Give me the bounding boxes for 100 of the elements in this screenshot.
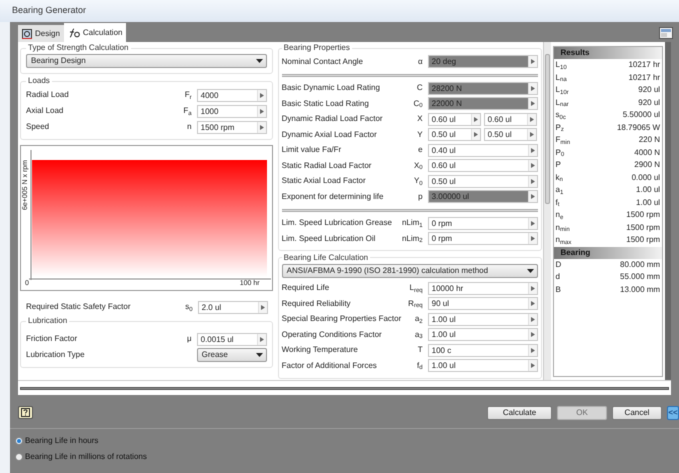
radio-button[interactable] [15,453,23,461]
arrow-icon[interactable] [528,329,537,340]
result-symbol: L$_{na}$ [556,72,568,84]
group-title: Bearing Life Calculation [282,252,370,264]
input-field[interactable]: 0.60 ul [428,159,538,172]
arrow-icon[interactable] [528,282,537,294]
arrow-icon[interactable] [528,344,537,356]
input-field[interactable]: 0.50 ul [428,128,481,142]
result-symbol: s$_{0c}$ [556,109,567,122]
symbol-label: F$_{a}$ [182,105,193,117]
input-field[interactable]: 0.50 ul [428,174,538,188]
symbol-label: a$_{3}$ [414,328,424,341]
caret-icon [254,59,266,63]
tab[interactable]: Calculation [64,23,126,42]
field-label: Special Bearing Properties Factor [282,313,400,326]
arrow-icon[interactable] [470,114,480,125]
input-field[interactable]: 0.50 ul [484,128,537,142]
result-value: 1500 rpm [626,234,660,246]
result-value: 0.000 ul [632,172,660,184]
result-value: 10217 hr [628,72,660,84]
symbol-label: Y$_{0}$ [412,175,424,188]
arrow-icon[interactable] [528,360,537,372]
result-symbol: B [556,284,562,296]
button[interactable]: Calculate [487,406,552,420]
arrow-icon[interactable] [256,106,266,116]
button[interactable]: << [667,406,679,420]
symbol-label: T [416,344,424,356]
result-value: 55.000 mm [620,271,660,284]
field-label: Nominal Contact Angle [282,56,364,68]
input-field[interactable]: 1500 rpm [196,120,267,134]
result-symbol: P$_{z}$ [556,122,565,134]
input-field[interactable]: 90 ul [428,297,538,310]
arrow-icon[interactable] [528,298,537,310]
input-field[interactable]: 1.00 ul [428,328,538,342]
symbol-label: n [186,121,193,133]
dropdown[interactable]: Grease [196,348,267,362]
input-field[interactable]: 0.40 ul [428,144,538,157]
input-field: 3.00000 ul [428,190,538,204]
radio-label[interactable]: Bearing Life in hours [25,435,98,447]
symbol-label: f$_{d}$ [416,360,424,372]
dropdown[interactable]: ANSI/AFBMA 9-1990 (ISO 281-1990) calculation method [282,264,538,278]
input-field[interactable]: 0.0015 ul [196,332,267,346]
arrow-icon[interactable] [528,144,537,156]
field-label: Exponent for determining life [282,190,384,203]
result-symbol: a$_{1}$ [556,184,564,196]
dropdown[interactable]: Bearing Design [26,54,267,68]
input-field[interactable]: 2.0 ul [198,300,268,314]
arrow-icon[interactable] [528,160,537,172]
group-title: Lubrication [27,315,68,327]
arrow-icon[interactable] [528,314,537,325]
arrow-icon[interactable] [526,114,536,125]
field-label: Static Radial Load Factor [282,160,372,172]
field-label: Speed [26,121,50,133]
result-symbol: D [556,258,562,271]
input-field[interactable]: 4000 [196,88,267,102]
result-value: 10217 hr [628,59,660,72]
field-label: Lim. Speed Lubrication Grease [282,217,393,230]
result-symbol: d [556,271,561,284]
symbol-label: C [416,82,424,94]
result-symbol: k$_{n}$ [556,172,564,184]
input-field[interactable]: 1000 [196,104,267,118]
window-icon[interactable] [659,27,673,39]
input-field[interactable]: 0 rpm [428,232,538,246]
tab[interactable]: Design [18,25,64,42]
group-title: Loads [27,75,51,87]
arrow-icon[interactable] [526,129,536,140]
input-field[interactable]: 0 rpm [428,216,538,230]
radio-label[interactable]: Bearing Life in millions of rotations [25,451,147,463]
symbol-label: nLim$_{1}$ [400,217,424,230]
radio-button[interactable] [15,437,23,445]
input-field: 28200 N [428,82,538,95]
input-field[interactable]: 1.00 ul [428,359,538,372]
arrow-icon[interactable] [256,122,266,132]
symbol-label: e [417,144,424,156]
input-field[interactable]: 0.60 ul [484,112,537,126]
input-field[interactable]: 10000 hr [428,282,538,295]
result-symbol: P$_{0}$ [556,146,566,159]
field-label: Required Static Safety Factor [26,301,132,313]
button[interactable]: Cancel [612,406,662,420]
input-field[interactable]: 100 c [428,344,538,357]
result-value: 920 ul [638,96,660,109]
field-label: Basic Dynamic Load Rating [282,82,381,94]
symbol-label: α [417,56,424,68]
group-title: Type of Strength Calculation [27,42,130,54]
field-label: Required Reliability [282,298,352,310]
input-field: 22000 N [428,97,538,110]
help-icon[interactable] [18,406,33,419]
arrow-icon[interactable] [528,176,537,187]
caret-icon [254,353,266,357]
symbol-label: Y [416,128,424,141]
arrow-icon[interactable] [256,334,266,344]
input-field[interactable]: 1.00 ul [428,312,538,326]
arrow-icon[interactable] [256,90,266,100]
symbol-label: F$_{r}$ [184,89,193,101]
arrow-icon[interactable] [470,129,480,140]
arrow-icon[interactable] [528,233,537,244]
arrow-icon[interactable] [258,302,267,312]
input-field[interactable]: 0.60 ul [428,112,481,126]
arrow-icon[interactable] [528,218,537,229]
field-label: Dynamic Radial Load Factor [282,113,384,126]
